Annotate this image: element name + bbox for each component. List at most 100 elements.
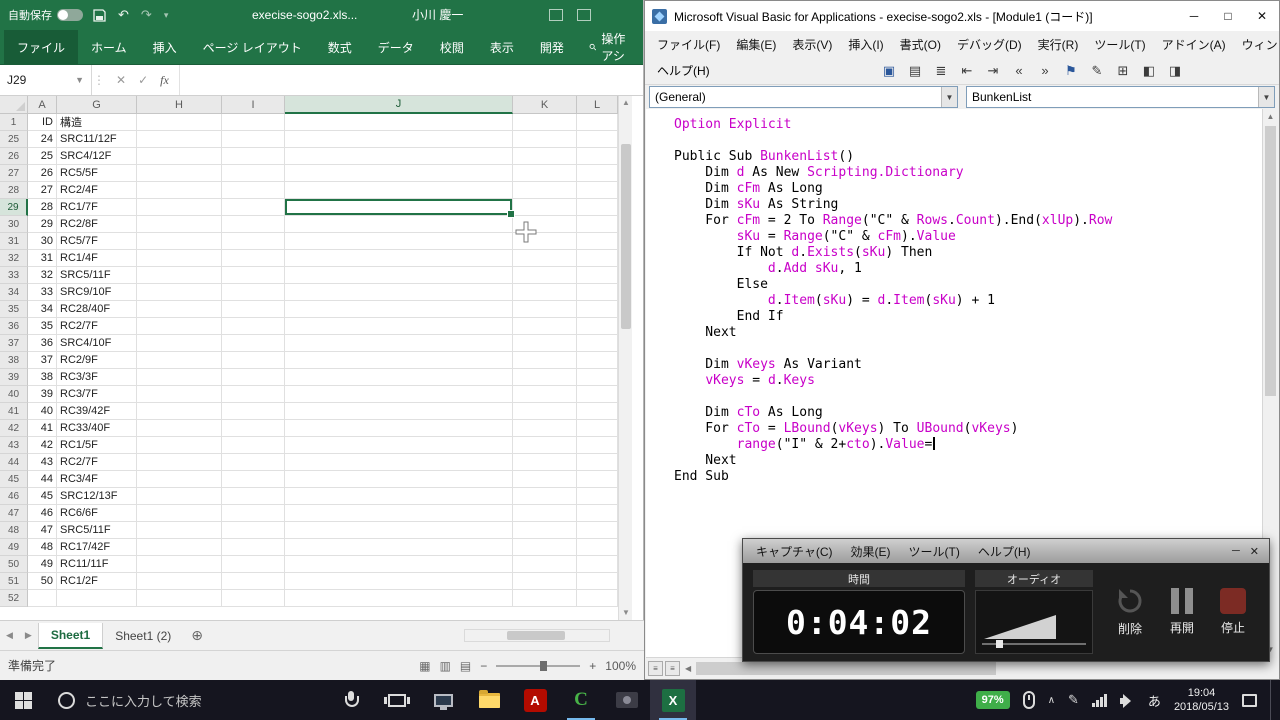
taskbar-mic[interactable] bbox=[328, 680, 374, 720]
cell-H48[interactable] bbox=[137, 522, 222, 539]
cell-J37[interactable] bbox=[285, 335, 513, 352]
cell-K26[interactable] bbox=[513, 148, 577, 165]
cell-L42[interactable] bbox=[577, 420, 618, 437]
cell-I40[interactable] bbox=[222, 386, 285, 403]
cell-J25[interactable] bbox=[285, 131, 513, 148]
cell-H32[interactable] bbox=[137, 250, 222, 267]
horizontal-scrollbar[interactable] bbox=[464, 629, 610, 642]
cell-I30[interactable] bbox=[222, 216, 285, 233]
cell-G27[interactable]: RC5/5F bbox=[57, 165, 137, 182]
stop-button[interactable]: 停止 bbox=[1220, 588, 1246, 636]
cell-I32[interactable] bbox=[222, 250, 285, 267]
insert-module-icon[interactable]: ⊞ bbox=[1113, 61, 1133, 81]
row-header-26[interactable]: 26 bbox=[0, 148, 28, 165]
cell-K31[interactable] bbox=[513, 233, 577, 250]
vba-horizontal-scroll-thumb[interactable] bbox=[696, 662, 996, 675]
cell-K33[interactable] bbox=[513, 267, 577, 284]
autosave-switch-icon[interactable] bbox=[57, 9, 83, 21]
cell-A30[interactable]: 29 bbox=[28, 216, 57, 233]
vba-menu-1[interactable]: 編集(E) bbox=[728, 33, 784, 56]
page-break-view-icon[interactable]: ▤ bbox=[460, 659, 471, 673]
cell-K51[interactable] bbox=[513, 573, 577, 590]
cell-A38[interactable]: 37 bbox=[28, 352, 57, 369]
recorder-menu-0[interactable]: キャプチャ(C) bbox=[747, 541, 842, 562]
zoom-in-icon[interactable]: + bbox=[589, 659, 596, 673]
cell-J38[interactable] bbox=[285, 352, 513, 369]
cell-L39[interactable] bbox=[577, 369, 618, 386]
code-line-1[interactable]: Option Explicit bbox=[674, 117, 1262, 133]
vba-minimize-button[interactable]: ─ bbox=[1177, 1, 1211, 31]
vba-menu-help[interactable]: ヘルプ(H) bbox=[649, 59, 718, 82]
cell-H41[interactable] bbox=[137, 403, 222, 420]
horizontal-scroll-thumb[interactable] bbox=[507, 631, 565, 640]
row-header-47[interactable]: 47 bbox=[0, 505, 28, 522]
cell-L40[interactable] bbox=[577, 386, 618, 403]
cell-I49[interactable] bbox=[222, 539, 285, 556]
cell-K25[interactable] bbox=[513, 131, 577, 148]
code-line-19[interactable]: Dim cTo As Long bbox=[674, 405, 1262, 421]
cell-H46[interactable] bbox=[137, 488, 222, 505]
cell-A26[interactable]: 25 bbox=[28, 148, 57, 165]
cell-I28[interactable] bbox=[222, 182, 285, 199]
cell-K28[interactable] bbox=[513, 182, 577, 199]
ribbon-tab-0[interactable]: ファイル bbox=[4, 30, 78, 64]
cell-I29[interactable] bbox=[222, 199, 285, 216]
code-line-17[interactable]: vKeys = d.Keys bbox=[674, 373, 1262, 389]
row-header-34[interactable]: 34 bbox=[0, 284, 28, 301]
cell-H43[interactable] bbox=[137, 437, 222, 454]
cell-H47[interactable] bbox=[137, 505, 222, 522]
tab-scroll-left-icon[interactable]: ◀ bbox=[0, 630, 19, 641]
code-line-7[interactable]: For cFm = 2 To Range("C" & Rows.Count).E… bbox=[674, 213, 1262, 229]
code-line-11[interactable]: Else bbox=[674, 277, 1262, 293]
cancel-formula-icon[interactable]: ✕ bbox=[116, 73, 126, 87]
code-line-3[interactable]: Public Sub BunkenList() bbox=[674, 149, 1262, 165]
sheet-tab-sheet1-2[interactable]: Sheet1 (2) bbox=[103, 624, 183, 648]
column-header-J[interactable]: J bbox=[285, 96, 513, 114]
cell-J34[interactable] bbox=[285, 284, 513, 301]
cell-I45[interactable] bbox=[222, 471, 285, 488]
vba-menu-4[interactable]: 書式(O) bbox=[892, 33, 949, 56]
code-line-13[interactable]: End If bbox=[674, 309, 1262, 325]
resume-button[interactable]: 再開 bbox=[1170, 588, 1194, 636]
cell-G28[interactable]: RC2/4F bbox=[57, 182, 137, 199]
zoom-out-icon[interactable]: − bbox=[480, 659, 487, 673]
cell-G41[interactable]: RC39/42F bbox=[57, 403, 137, 420]
taskbar-monitor-app[interactable] bbox=[420, 680, 466, 720]
code-line-16[interactable]: Dim vKeys As Variant bbox=[674, 357, 1262, 373]
cell-K52[interactable] bbox=[513, 590, 577, 607]
cell-J39[interactable] bbox=[285, 369, 513, 386]
row-header-31[interactable]: 31 bbox=[0, 233, 28, 250]
cell-G36[interactable]: RC2/7F bbox=[57, 318, 137, 335]
row-header-25[interactable]: 25 bbox=[0, 131, 28, 148]
cell-L1[interactable] bbox=[577, 114, 618, 131]
page-layout-view-icon[interactable]: ▥ bbox=[440, 659, 451, 673]
vba-menu-2[interactable]: 表示(V) bbox=[784, 33, 840, 56]
insert-function-icon[interactable]: fx bbox=[160, 73, 169, 88]
column-header-I[interactable]: I bbox=[222, 96, 285, 114]
cell-A50[interactable]: 49 bbox=[28, 556, 57, 573]
cell-I44[interactable] bbox=[222, 454, 285, 471]
cell-H36[interactable] bbox=[137, 318, 222, 335]
cell-A40[interactable]: 39 bbox=[28, 386, 57, 403]
cell-L35[interactable] bbox=[577, 301, 618, 318]
audio-slider-knob[interactable] bbox=[996, 640, 1003, 648]
code-line-18[interactable] bbox=[674, 389, 1262, 405]
cell-G26[interactable]: SRC4/12F bbox=[57, 148, 137, 165]
object-browser-icon[interactable]: ≣ bbox=[931, 61, 951, 81]
cell-L31[interactable] bbox=[577, 233, 618, 250]
taskbar-task-view[interactable] bbox=[374, 680, 420, 720]
vba-close-button[interactable]: ✕ bbox=[1245, 1, 1279, 31]
column-header-A[interactable]: A bbox=[28, 96, 57, 114]
zoom-level[interactable]: 100% bbox=[605, 659, 636, 673]
edit-icon[interactable]: ✎ bbox=[1087, 61, 1107, 81]
cell-A47[interactable]: 46 bbox=[28, 505, 57, 522]
window-options-icon[interactable] bbox=[577, 9, 591, 21]
cell-H35[interactable] bbox=[137, 301, 222, 318]
cell-J49[interactable] bbox=[285, 539, 513, 556]
enter-formula-icon[interactable]: ✓ bbox=[138, 73, 148, 87]
cell-A1[interactable]: ID bbox=[28, 114, 57, 131]
cell-G30[interactable]: RC2/8F bbox=[57, 216, 137, 233]
cell-G52[interactable] bbox=[57, 590, 137, 607]
cell-I42[interactable] bbox=[222, 420, 285, 437]
cell-A31[interactable]: 30 bbox=[28, 233, 57, 250]
